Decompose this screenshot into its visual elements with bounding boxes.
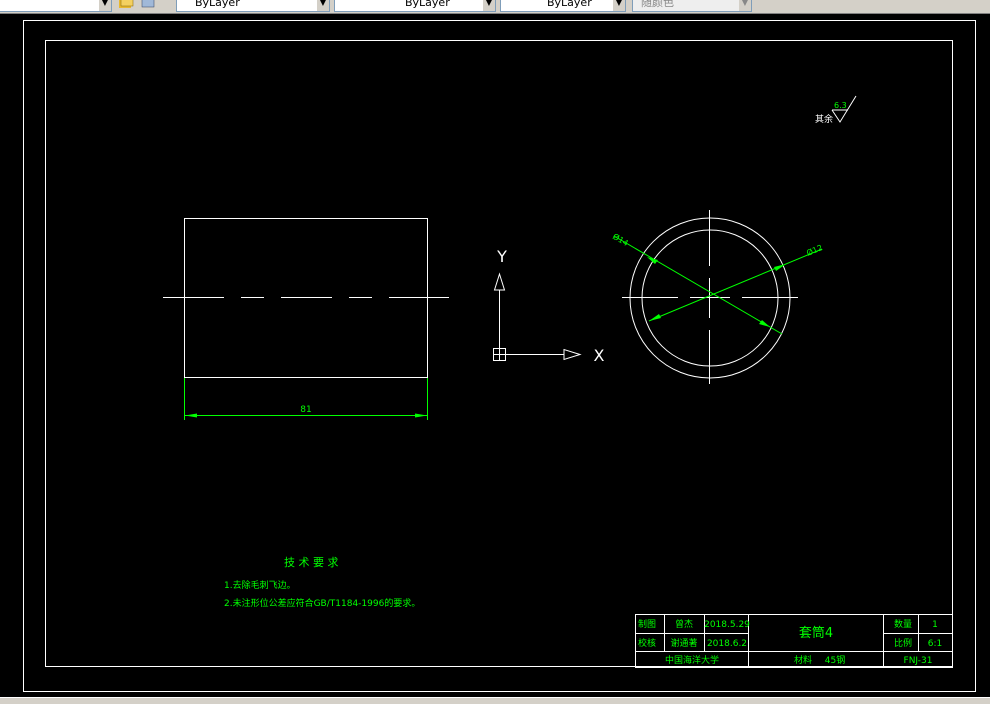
tb-scale-label: 比例 <box>894 637 912 649</box>
tb-drawing-no: FNJ-31 <box>904 656 933 666</box>
length-dimension-text: 81 <box>300 405 311 415</box>
inner-dia-text: Ø14 <box>611 231 630 248</box>
ucs-icon <box>493 272 582 361</box>
tb-drawn-date: 2018.5.29 <box>704 620 750 630</box>
inner-dia-leader <box>613 235 783 335</box>
tb-part-name: 套筒4 <box>799 625 833 641</box>
vertical-scrollbar[interactable] <box>976 14 990 697</box>
tb-qty-value: 1 <box>932 620 938 630</box>
outer-dia-leader <box>648 248 823 322</box>
tb-drawn-label: 制图 <box>638 618 656 630</box>
side-view-centerlines <box>622 210 798 384</box>
ucs-y-label: Y <box>496 247 507 266</box>
tech-item-2: 2.未注形位公差应符合GB/T1184-1996的要求。 <box>224 597 420 609</box>
tb-check-name: 谢通著 <box>670 637 697 649</box>
tb-qty-label: 数量 <box>894 618 912 630</box>
tech-item-1: 1.去除毛刺飞边。 <box>224 579 296 591</box>
tb-material-value: 45钢 <box>825 654 845 666</box>
ucs-x-label: X <box>594 346 605 365</box>
tb-material-label: 材料 <box>794 654 812 666</box>
side-view: Ø14 Ø12 <box>611 210 824 384</box>
tb-scale-value: 6:1 <box>928 639 942 649</box>
surface-roughness-symbol: 其余 6.3 <box>815 95 857 125</box>
tech-heading: 技 术 要 求 <box>284 556 339 569</box>
drawing-canvas[interactable]: 其余 6.3 81 Y X Ø14 Ø12 技 术 要 求 1.去除毛刺飞边。 … <box>0 0 990 703</box>
roughness-value: 6.3 <box>834 101 847 110</box>
tb-check-label: 校核 <box>638 637 656 649</box>
tb-check-date: 2018.6.2 <box>707 639 747 649</box>
outer-dia-text: Ø12 <box>805 242 824 258</box>
tb-drawn-name: 曾杰 <box>675 618 693 630</box>
tb-school: 中国海洋大学 <box>665 654 719 666</box>
roughness-prefix: 其余 <box>815 113 833 125</box>
